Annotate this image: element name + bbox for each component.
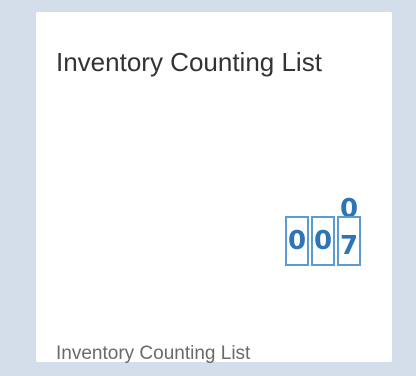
counter-icon: 0 0 0 7 bbox=[285, 196, 369, 266]
tile-title: Inventory Counting List bbox=[56, 47, 322, 77]
counter-digit-1: 0 bbox=[285, 216, 309, 266]
tile-footer-label: Inventory Counting List bbox=[56, 343, 251, 364]
counter-digit-3: 0 7 bbox=[337, 196, 361, 266]
counter-digit-2: 0 bbox=[311, 216, 335, 266]
counter-digit-rolling-main: 7 bbox=[339, 231, 359, 261]
inventory-counting-list-tile[interactable]: Inventory Counting List 0 0 0 7 Inventor… bbox=[36, 12, 392, 364]
counter-digit-rolling-top: 0 bbox=[339, 196, 359, 216]
